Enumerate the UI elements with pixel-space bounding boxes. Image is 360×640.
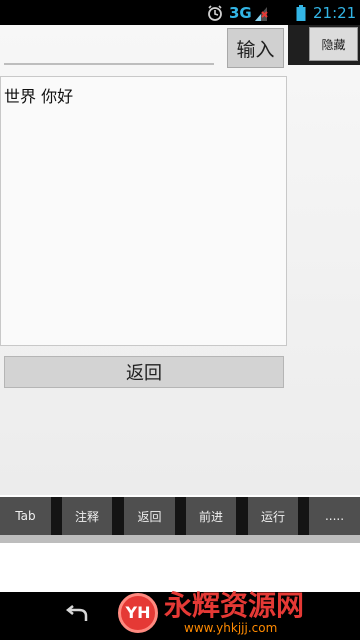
forward-button[interactable]: 前进 — [186, 497, 236, 535]
comment-button[interactable]: 注释 — [62, 497, 112, 535]
output-text: 世界 你好 — [4, 87, 74, 106]
more-button[interactable]: ..... — [309, 497, 360, 535]
battery-icon — [296, 0, 306, 25]
alarm-icon — [206, 0, 224, 25]
bottom-toolbar: Tab 注释 返回 前进 运行 ..... — [0, 497, 360, 535]
toolbar-back-button[interactable]: 返回 — [124, 497, 175, 535]
run-button[interactable]: 运行 — [248, 497, 298, 535]
command-input[interactable] — [4, 63, 214, 65]
output-text-area[interactable]: 世界 你好 — [0, 76, 287, 346]
toolbar-divider — [0, 535, 360, 543]
signal-icon — [253, 0, 269, 25]
watermark-logo: YH — [118, 592, 158, 633]
watermark-url: www.yhkjjj.com — [184, 620, 278, 635]
watermark-title: 永辉资源网 — [164, 588, 305, 622]
watermark: YH 永辉资源网 www.yhkjjj.com — [118, 585, 360, 640]
input-button[interactable]: 输入 — [227, 28, 284, 68]
status-bar: 3G 21:21 — [0, 0, 360, 25]
back-arrow-icon[interactable] — [62, 602, 96, 628]
tab-button[interactable]: Tab — [0, 497, 51, 535]
clock: 21:21 — [313, 3, 357, 22]
network-type: 3G — [229, 3, 252, 22]
hide-button[interactable]: 隐藏 — [309, 27, 358, 61]
back-button[interactable]: 返回 — [4, 356, 284, 388]
